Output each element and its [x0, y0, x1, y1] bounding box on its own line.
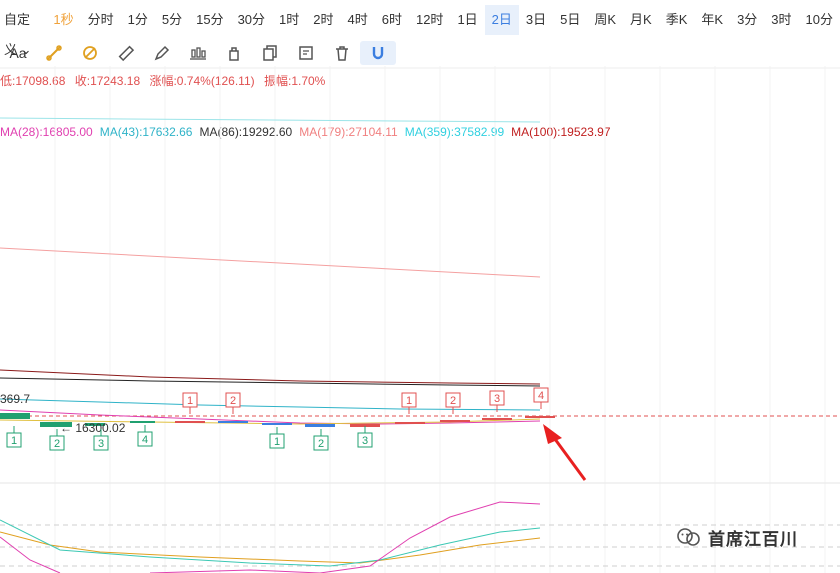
ma-line-359	[0, 117, 541, 123]
price-chart[interactable]: 369.7 ← 16300.02 1 2 1 2 3 4 1 2 3 4 1 2 3	[0, 0, 840, 573]
candle	[175, 421, 205, 423]
up-marker-label: 1	[187, 395, 193, 407]
candle	[395, 422, 425, 424]
wechat-icon	[677, 528, 700, 546]
watermark: 首席江百川	[676, 524, 798, 550]
down-marker-label: 2	[54, 438, 60, 450]
up-marker-label: 2	[450, 395, 456, 407]
down-marker-label: 1	[11, 435, 17, 447]
indicator-line-teal	[0, 519, 541, 567]
up-marker-label: 4	[538, 390, 544, 402]
candle	[0, 413, 30, 419]
candle	[482, 418, 512, 420]
high-price-label: 369.7	[0, 392, 30, 406]
low-price-label: ← 16300.02	[60, 421, 126, 435]
down-marker-label: 4	[142, 434, 148, 446]
up-marker-label: 3	[494, 393, 500, 405]
ma-line-179	[0, 247, 541, 278]
annotation-arrow-shaft	[550, 434, 587, 481]
candle	[525, 416, 555, 418]
candle	[305, 424, 335, 427]
ma-line-86	[0, 377, 541, 387]
candle	[440, 420, 470, 422]
indicator-line-magenta	[0, 536, 61, 573]
down-marker-label: 3	[98, 438, 104, 450]
annotation-arrow-head	[543, 424, 562, 444]
down-marker-label: 1	[274, 436, 280, 448]
candle	[262, 423, 292, 425]
up-marker-label: 2	[230, 395, 236, 407]
candle	[130, 421, 155, 423]
ma-line-100	[0, 369, 541, 385]
watermark-text: 首席江百川	[708, 529, 798, 549]
candle	[218, 421, 248, 423]
down-marker-label: 2	[318, 438, 324, 450]
down-marker-label: 3	[362, 435, 368, 447]
up-marker-label: 1	[406, 395, 412, 407]
